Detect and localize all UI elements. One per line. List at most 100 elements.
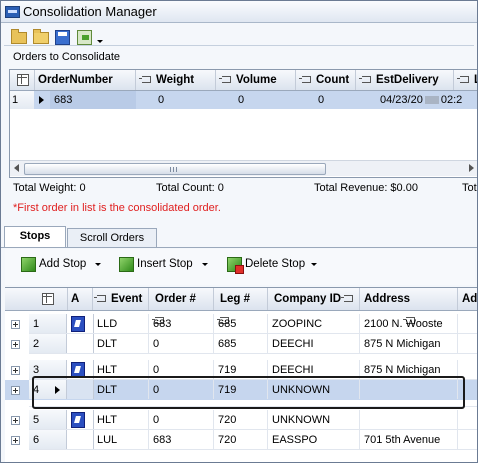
stops-grid-header: A Event Order # Leg # Company ID Address… <box>5 288 477 325</box>
row-number: 1 <box>10 91 34 109</box>
scroll-thumb[interactable] <box>24 163 326 175</box>
stop-a-cell <box>67 430 94 449</box>
leg-cell[interactable]: 685 <box>214 334 268 353</box>
scroll-right-icon[interactable] <box>469 164 474 172</box>
col-a[interactable]: A <box>67 288 93 310</box>
window-title: Consolidation Manager <box>23 4 157 19</box>
toolbar-separator <box>4 45 474 46</box>
col-company-id[interactable]: Company ID <box>268 288 360 310</box>
app-icon <box>5 6 20 18</box>
address-cell[interactable]: 2100 N. Wooste <box>360 314 458 333</box>
expand-row-icon[interactable] <box>11 340 20 349</box>
order-cell[interactable]: 683 <box>149 314 214 333</box>
leg-cell[interactable]: 685 <box>214 314 268 333</box>
col-event[interactable]: Event <box>93 288 149 310</box>
tab-divider <box>1 247 477 248</box>
pin-icon <box>457 76 469 84</box>
event-cell[interactable]: LUL <box>93 430 149 449</box>
stops-grid[interactable]: A Event Order # Leg # Company ID Address… <box>5 287 477 462</box>
dropdown-arrow-icon[interactable] <box>95 27 105 45</box>
total-count: Total Count: 0 <box>156 182 224 194</box>
pin-icon <box>219 76 231 84</box>
redacted-block <box>424 96 439 105</box>
expand-row-icon[interactable] <box>11 320 20 329</box>
expand-row-icon[interactable] <box>11 386 20 395</box>
address-cell[interactable]: 875 N Michigan <box>360 334 458 353</box>
table-row[interactable]: 5 HLT 0 720 UNKNOWN <box>5 410 477 430</box>
orders-horizontal-scrollbar[interactable] <box>10 160 477 176</box>
chevron-down-icon <box>95 263 101 266</box>
open-folder-icon[interactable] <box>31 27 49 45</box>
chevron-down-icon <box>202 263 208 266</box>
col-count[interactable]: Count <box>296 70 356 90</box>
col-order-number[interactable]: OrderNumber <box>34 70 136 90</box>
expand-row-icon[interactable] <box>11 436 20 445</box>
total-revenue: Total Revenue: $0.00 <box>314 182 418 194</box>
stop-a-cell <box>67 334 94 353</box>
event-cell[interactable]: HLT <box>93 410 149 429</box>
consolidation-manager-window: Consolidation Manager Orders to Consolid… <box>0 0 478 463</box>
col-last[interactable]: La <box>454 70 477 90</box>
event-cell[interactable]: LLD <box>93 314 149 333</box>
scroll-left-icon[interactable] <box>14 164 19 172</box>
order-cell[interactable]: 0 <box>149 334 214 353</box>
col-address[interactable]: Address <box>360 288 458 325</box>
count-cell[interactable]: 0 <box>296 91 356 109</box>
table-row[interactable]: 1 683 0 0 0 04/23/20 02:2 <box>10 91 477 109</box>
row-divider <box>29 353 477 354</box>
selected-row-highlight-box <box>32 376 465 409</box>
insert-stop-button[interactable]: Insert Stop <box>111 249 211 281</box>
address-cell[interactable]: 701 5th Avenue <box>360 430 458 449</box>
new-folder-icon[interactable] <box>9 27 27 45</box>
save-icon[interactable] <box>53 27 71 45</box>
row-number: 5 <box>29 410 67 429</box>
delete-stop-button[interactable]: Delete Stop <box>219 249 323 281</box>
col-est-delivery[interactable]: EstDelivery <box>356 70 454 90</box>
est-delivery-cell[interactable]: 04/23/20 02:2 <box>356 91 476 109</box>
order-cell[interactable]: 683 <box>149 430 214 449</box>
orders-section-label: Orders to Consolidate <box>13 51 120 63</box>
row-number: 2 <box>29 334 67 353</box>
table-row[interactable]: 1 LLD 683 685 ZOOPINC 2100 N. Wooste <box>5 314 477 334</box>
company-cell[interactable]: UNKNOWN <box>268 410 360 429</box>
col-volume[interactable]: Volume <box>216 70 296 90</box>
table-row[interactable]: 6 LUL 683 720 EASSPO 701 5th Avenue <box>5 430 477 450</box>
col-address2[interactable]: Ad <box>458 288 477 310</box>
volume-cell[interactable]: 0 <box>216 91 296 109</box>
company-cell[interactable]: ZOOPINC <box>268 314 360 333</box>
col-leg-num[interactable]: Leg # <box>214 288 268 325</box>
leg-cell[interactable]: 720 <box>214 410 268 429</box>
col-weight[interactable]: Weight <box>136 70 216 90</box>
company-cell[interactable]: EASSPO <box>268 430 360 449</box>
orders-grid[interactable]: OrderNumber Weight Volume Count EstDeliv… <box>9 69 477 178</box>
expand-row-icon[interactable] <box>11 416 20 425</box>
export-icon[interactable] <box>75 27 93 45</box>
col-order-num[interactable]: Order # <box>149 288 214 325</box>
weight-cell[interactable]: 0 <box>136 91 216 109</box>
column-chooser-icon[interactable] <box>10 70 35 90</box>
add-stop-button[interactable]: Add Stop <box>13 249 105 281</box>
row-number: 6 <box>29 430 67 449</box>
table-row[interactable]: 2 DLT 0 685 DEECHI 875 N Michigan <box>5 334 477 354</box>
order-number-cell[interactable]: 683 <box>50 91 136 109</box>
stop-person-icon <box>67 410 94 429</box>
event-cell[interactable]: DLT <box>93 334 149 353</box>
order-cell[interactable]: 0 <box>149 410 214 429</box>
leg-cell[interactable]: 720 <box>214 430 268 449</box>
tab-scroll-orders[interactable]: Scroll Orders <box>67 228 157 248</box>
pin-icon <box>359 76 371 84</box>
stops-button-bar: Add Stop Insert Stop Delete Stop <box>5 249 475 285</box>
orders-grid-header: OrderNumber Weight Volume Count EstDeliv… <box>10 70 477 91</box>
company-cell[interactable]: DEECHI <box>268 334 360 353</box>
column-chooser-icon[interactable] <box>29 288 68 310</box>
title-bar: Consolidation Manager <box>1 1 477 23</box>
address-cell[interactable] <box>360 410 458 429</box>
tab-stops[interactable]: Stops <box>4 226 66 247</box>
expand-row-icon[interactable] <box>11 366 20 375</box>
pin-icon <box>299 76 311 84</box>
total-weight: Total Weight: 0 <box>13 182 86 194</box>
pin-icon <box>341 295 354 303</box>
insert-stop-icon <box>119 257 134 272</box>
chevron-down-icon <box>311 263 317 266</box>
total-more: Tot <box>462 182 477 194</box>
